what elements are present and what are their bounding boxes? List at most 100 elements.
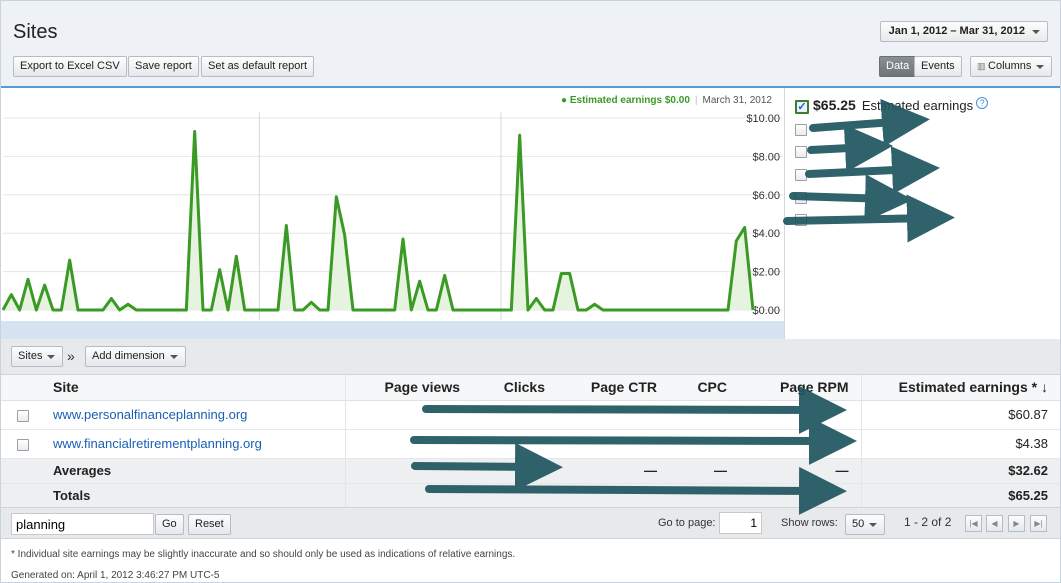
report-window: Sites Jan 1, 2012 – Mar 31, 2012 Export … xyxy=(0,0,1061,583)
rows-per-page-select[interactable]: 50 xyxy=(845,514,886,535)
add-dimension-button[interactable]: Add dimension xyxy=(85,346,186,367)
averages-select-cell xyxy=(1,458,45,484)
sort-desc-icon: ↓ xyxy=(1037,379,1048,396)
column-header-estimated-earnings[interactable]: Estimated earnings * ↓ xyxy=(861,375,1060,401)
data-view-button[interactable]: Data xyxy=(879,56,917,77)
page-views-cell xyxy=(345,400,472,430)
totals-page-ctr xyxy=(557,483,669,509)
next-page-icon[interactable]: ▶ xyxy=(1008,515,1025,532)
columns-icon: ▥ xyxy=(977,61,989,71)
cpc-cell xyxy=(669,400,739,430)
averages-earnings: $32.62 xyxy=(861,458,1060,484)
series-area xyxy=(3,131,753,310)
chevron-down-icon xyxy=(169,355,178,359)
pagination-range: 1 - 2 of 2 xyxy=(904,515,952,529)
clicks-cell xyxy=(472,400,557,430)
metric-checkbox[interactable] xyxy=(795,213,807,226)
site-link[interactable]: www.financialretirementplanning.org xyxy=(53,436,262,451)
goto-page-label: Go to page: xyxy=(658,517,716,529)
totals-earnings: $65.25 xyxy=(861,483,1060,509)
averages-page-rpm: — xyxy=(739,458,862,484)
metric-checkbox[interactable] xyxy=(795,145,807,158)
table-header-row: Site Page views Clicks Page CTR CPC Page… xyxy=(1,375,1060,401)
metric-row-page-ctr[interactable] xyxy=(795,166,807,182)
row-checkbox[interactable] xyxy=(17,409,29,422)
site-cell: www.personalfinanceplanning.org xyxy=(45,400,346,430)
save-report-button[interactable]: Save report xyxy=(128,56,199,77)
filter-go-button[interactable]: Go xyxy=(155,514,184,535)
y-tick-label: $2.00 xyxy=(752,267,780,279)
chevron-down-icon xyxy=(47,355,56,359)
table-row: www.personalfinanceplanning.org $60.87 xyxy=(1,400,1060,430)
y-tick-label: $6.00 xyxy=(752,190,780,202)
series-line xyxy=(1,129,755,312)
row-checkbox[interactable] xyxy=(17,438,29,451)
metric-checkbox[interactable] xyxy=(795,123,807,136)
metric-checkbox[interactable] xyxy=(795,168,807,181)
averages-cpc: — xyxy=(669,458,739,484)
averages-page-ctr: — xyxy=(557,458,669,484)
y-tick-label: $8.00 xyxy=(752,151,780,163)
metric-row-page-rpm[interactable] xyxy=(795,211,807,227)
totals-clicks xyxy=(472,483,557,509)
breadcrumb-separator: » xyxy=(67,348,75,364)
chart-x-axis xyxy=(1,321,784,339)
averages-label: Averages xyxy=(45,458,346,484)
earnings-chart: ● Estimated earnings $0.00 | March 31, 201… xyxy=(1,88,784,339)
row-select-cell xyxy=(1,429,45,459)
filter-reset-button[interactable]: Reset xyxy=(188,514,231,535)
page-rpm-cell xyxy=(739,400,862,430)
columns-label: Columns xyxy=(988,60,1032,72)
chevron-down-icon xyxy=(1036,65,1045,69)
column-header-page-ctr[interactable]: Page CTR xyxy=(557,375,669,401)
help-icon[interactable]: ? xyxy=(976,97,989,109)
last-page-icon[interactable]: ▶| xyxy=(1030,515,1047,532)
date-range-label: Jan 1, 2012 – Mar 31, 2012 xyxy=(888,25,1025,37)
column-header-page-views[interactable]: Page views xyxy=(345,375,472,401)
export-csv-button[interactable]: Export to Excel CSV xyxy=(13,56,127,77)
page-views-cell xyxy=(345,429,472,459)
metric-checkbox[interactable]: ✓ xyxy=(795,99,809,114)
averages-row: Averages — — — $32.62 xyxy=(1,458,1060,484)
generated-timestamp: Generated on: April 1, 2012 3:46:27 PM U… xyxy=(11,570,220,581)
metric-estimated-earnings[interactable]: ✓ $65.25 Estimated earnings? xyxy=(795,97,989,114)
earnings-cell: $60.87 xyxy=(861,400,1060,430)
page-title: Sites xyxy=(13,21,58,43)
show-rows-label: Show rows: xyxy=(781,517,838,529)
column-header-page-rpm[interactable]: Page RPM xyxy=(739,375,862,401)
first-page-icon[interactable]: |◀ xyxy=(965,515,982,532)
date-range-picker[interactable]: Jan 1, 2012 – Mar 31, 2012 xyxy=(879,21,1048,42)
site-link[interactable]: www.personalfinanceplanning.org xyxy=(53,407,247,422)
metric-row-page-views[interactable] xyxy=(795,121,807,137)
y-tick-label: $4.00 xyxy=(752,228,780,240)
metric-row-clicks[interactable] xyxy=(795,143,807,159)
sites-dimension-button[interactable]: Sites xyxy=(11,346,64,367)
column-header-cpc[interactable]: CPC xyxy=(669,375,739,401)
chevron-down-icon xyxy=(1032,30,1040,34)
filter-input[interactable] xyxy=(11,513,154,535)
metric-checkbox[interactable] xyxy=(795,191,807,204)
earnings-disclaimer: * Individual site earnings may be slight… xyxy=(11,549,516,560)
page-number-input[interactable] xyxy=(719,512,762,534)
chart-plot[interactable]: $0.00$2.00$4.00$6.00$8.00$10.00Jan 12Feb… xyxy=(1,88,784,339)
column-header-site[interactable]: Site xyxy=(45,375,346,401)
report-header: Sites Jan 1, 2012 – Mar 31, 2012 Export … xyxy=(1,1,1060,88)
metric-row-cpc[interactable] xyxy=(795,189,807,205)
metric-value: $65.25 xyxy=(813,97,856,113)
clicks-cell xyxy=(472,429,557,459)
column-header-clicks[interactable]: Clicks xyxy=(472,375,557,401)
rows-per-page-value: 50 xyxy=(852,518,865,530)
page-rpm-cell xyxy=(739,429,862,459)
add-dimension-label: Add dimension xyxy=(92,350,165,362)
prev-page-icon[interactable]: ◀ xyxy=(986,515,1003,532)
totals-page-rpm xyxy=(739,483,862,509)
y-tick-label: $10.00 xyxy=(746,113,780,125)
cpc-cell xyxy=(669,429,739,459)
set-default-report-button[interactable]: Set as default report xyxy=(201,56,315,77)
columns-button[interactable]: ▥ Columns xyxy=(970,56,1053,77)
chevron-down-icon xyxy=(869,523,878,527)
y-tick-label: $0.00 xyxy=(752,305,780,317)
events-view-button[interactable]: Events xyxy=(914,56,962,77)
totals-page-views xyxy=(345,483,472,509)
row-select-cell xyxy=(1,400,45,430)
